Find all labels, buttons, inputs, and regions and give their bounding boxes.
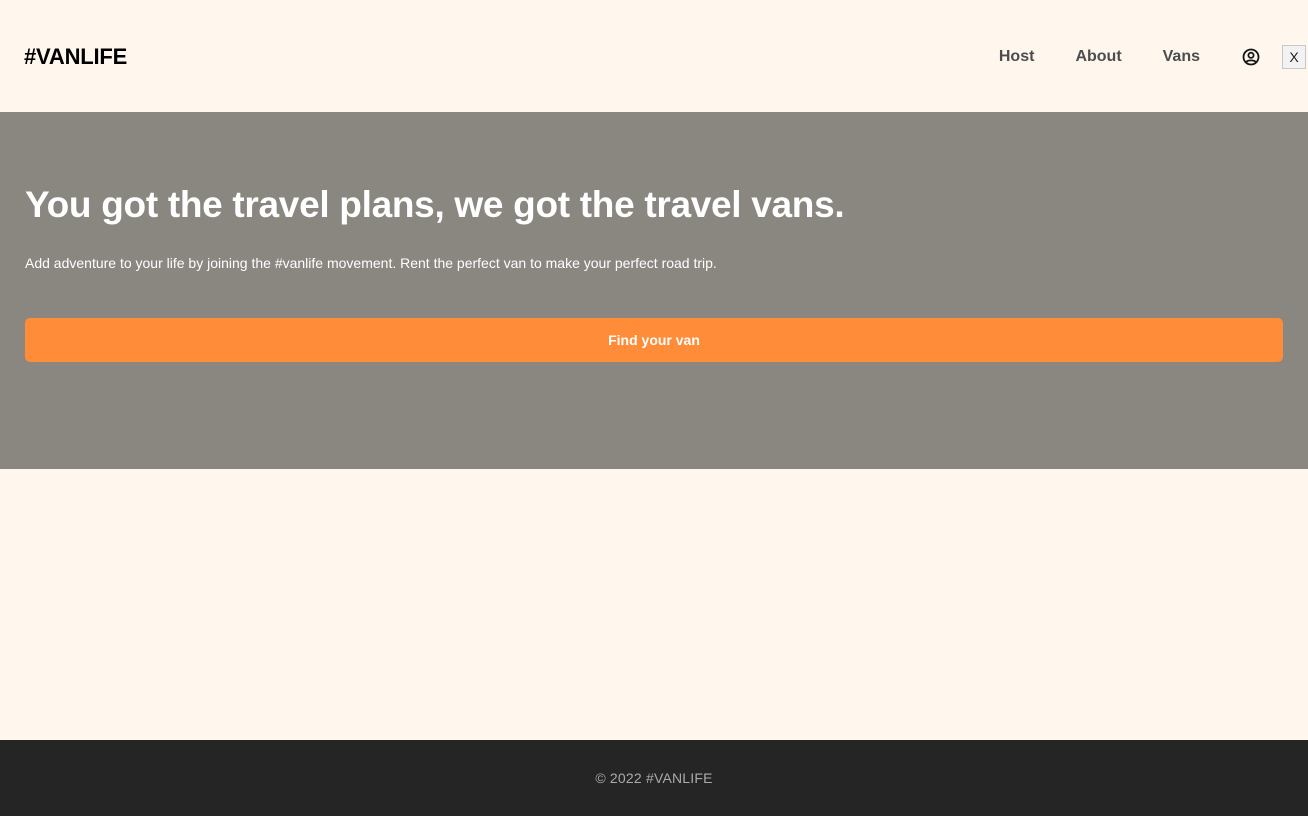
main-nav: Host About Vans X [999,44,1308,70]
user-circle-icon[interactable] [1242,48,1260,66]
nav-link-vans[interactable]: Vans [1163,44,1200,70]
site-header: #VANLIFE Host About Vans X [0,0,1308,112]
hero-title: You got the travel plans, we got the tra… [25,184,845,225]
close-button[interactable]: X [1282,45,1306,69]
logo-link[interactable]: #VANLIFE [24,43,127,71]
nav-link-host[interactable]: Host [999,44,1035,70]
nav-link-about[interactable]: About [1075,44,1121,70]
hero-subtitle: Add adventure to your life by joining th… [25,255,717,271]
hero-section: You got the travel plans, we got the tra… [0,112,1308,469]
find-your-van-button[interactable]: Find your van [25,318,1283,362]
site-footer: © 2022 #VANLIFE [0,740,1308,816]
footer-copyright: © 2022 #VANLIFE [595,770,713,786]
page: #VANLIFE Host About Vans X You got the t… [0,0,1308,816]
